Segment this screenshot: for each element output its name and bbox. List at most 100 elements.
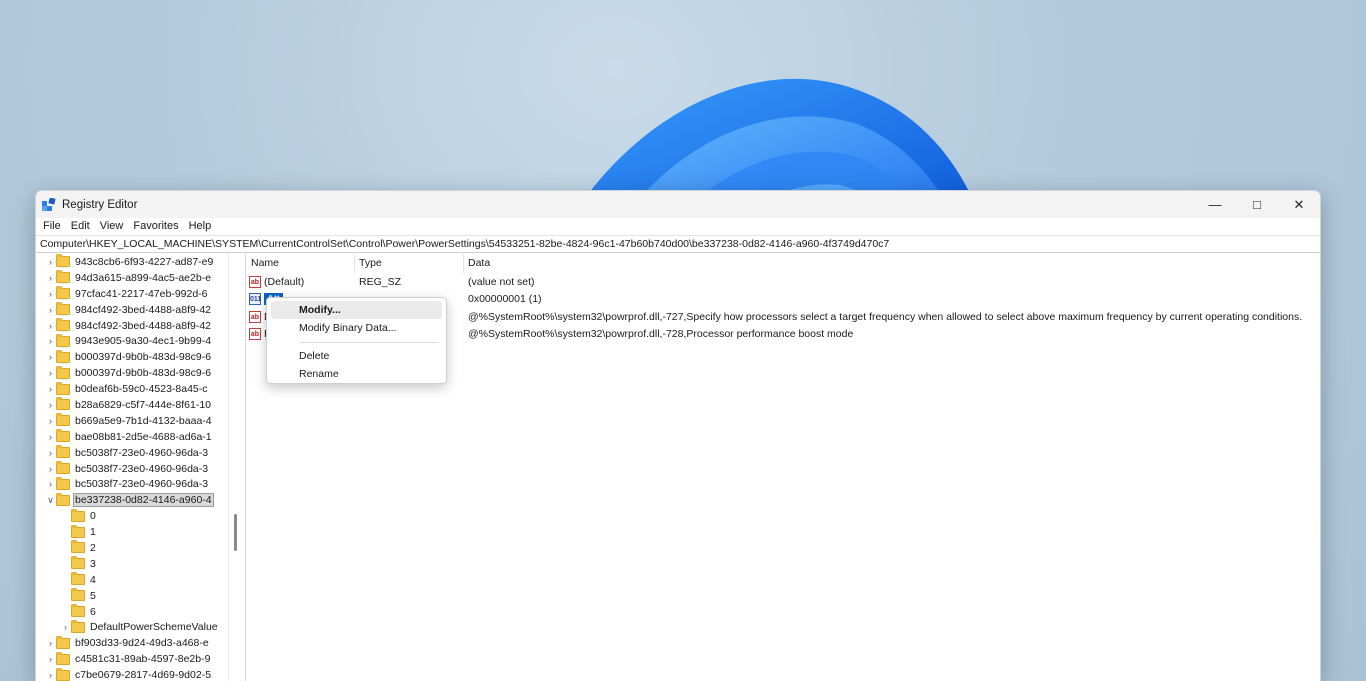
value-data: (value not set) <box>468 275 535 288</box>
tree-item[interactable]: › b0deaf6b-59c0-4523-8a45-c <box>36 381 228 397</box>
menu-view[interactable]: View <box>95 218 129 235</box>
tree-item[interactable]: › bc5038f7-23e0-4960-96da-3 <box>36 445 228 461</box>
minimize-button[interactable]: — <box>1194 191 1236 218</box>
folder-icon <box>71 572 85 586</box>
dword-value-icon: 011 <box>249 293 261 306</box>
tree-item[interactable]: › b000397d-9b0b-483d-98c9-6 <box>36 365 228 381</box>
value-data: 0x00000001 (1) <box>468 293 542 306</box>
tree-item-label: b000397d-9b0b-483d-98c9-6 <box>75 351 212 364</box>
tree-item[interactable]: ∨ be337238-0d82-4146-a960-4 <box>36 492 228 508</box>
tree-item[interactable]: 6 <box>36 604 228 620</box>
chevron-right-icon[interactable]: › <box>45 670 56 680</box>
chevron-right-icon[interactable]: › <box>45 654 56 664</box>
folder-icon <box>56 651 70 665</box>
column-header-data[interactable]: Data <box>464 254 490 273</box>
tree-item[interactable]: 2 <box>36 540 228 556</box>
close-button[interactable]: ✕ <box>1278 191 1320 218</box>
column-header-type[interactable]: Type <box>355 254 464 273</box>
address-bar[interactable]: Computer\HKEY_LOCAL_MACHINE\SYSTEM\Curre… <box>36 235 1320 253</box>
value-data: @%SystemRoot%\system32\powrprof.dll,-728… <box>468 328 854 341</box>
tree-item[interactable]: › b669a5e9-7b1d-4132-baaa-4 <box>36 413 228 429</box>
value-name-cell: ab (Default) <box>246 275 355 288</box>
chevron-right-icon[interactable]: › <box>45 638 56 648</box>
chevron-right-icon[interactable]: › <box>45 336 56 346</box>
chevron-right-icon[interactable]: › <box>45 321 56 331</box>
tree-item[interactable]: 5 <box>36 588 228 604</box>
chevron-right-icon[interactable]: › <box>45 448 56 458</box>
menu-item-delete[interactable]: Delete <box>271 347 442 365</box>
tree-item[interactable]: › b28a6829-c5f7-444e-8f61-10 <box>36 397 228 413</box>
menu-item-rename[interactable]: Rename <box>271 365 442 383</box>
tree-item[interactable]: › 984cf492-3bed-4488-a8f9-42 <box>36 318 228 334</box>
tree-scrollbar[interactable] <box>229 254 246 681</box>
column-header-name[interactable]: Name <box>246 254 355 273</box>
tree-item-label: b000397d-9b0b-483d-98c9-6 <box>75 367 212 380</box>
folder-icon <box>56 365 70 379</box>
tree-item[interactable]: › bc5038f7-23e0-4960-96da-3 <box>36 476 228 492</box>
tree-item[interactable]: › bae08b81-2d5e-4688-ad6a-1 <box>36 429 228 445</box>
tree-item[interactable]: › 984cf492-3bed-4488-a8f9-42 <box>36 302 228 318</box>
tree-item[interactable]: › b000397d-9b0b-483d-98c9-6 <box>36 349 228 365</box>
registry-editor-icon <box>42 197 56 211</box>
tree-item[interactable]: 1 <box>36 524 228 540</box>
chevron-right-icon[interactable]: › <box>45 432 56 442</box>
key-tree[interactable]: › 943c8cb6-6f93-4227-ad87-e9 › 94d3a615-a89… <box>36 254 229 681</box>
chevron-right-icon[interactable]: › <box>45 479 56 489</box>
menu-favorites[interactable]: Favorites <box>128 218 183 235</box>
title-bar[interactable]: Registry Editor — □ ✕ <box>36 191 1320 218</box>
tree-item-label: 6 <box>90 605 96 618</box>
menu-separator <box>299 342 438 343</box>
chevron-right-icon[interactable]: › <box>45 305 56 315</box>
menu-file[interactable]: File <box>38 218 66 235</box>
tree-item-label: 984cf492-3bed-4488-a8f9-42 <box>75 303 212 316</box>
tree-item-label: 3 <box>90 557 96 570</box>
tree-item-label: bc5038f7-23e0-4960-96da-3 <box>75 462 209 475</box>
maximize-button[interactable]: □ <box>1236 191 1278 218</box>
tree-item-label: b669a5e9-7b1d-4132-baaa-4 <box>75 414 212 427</box>
tree-item-label: 94d3a615-a899-4ac5-ae2b-e <box>75 271 212 284</box>
chevron-right-icon[interactable]: › <box>60 622 71 632</box>
folder-icon <box>71 556 85 570</box>
tree-item[interactable]: › c7be0679-2817-4d69-9d02-5 <box>36 667 228 681</box>
tree-item[interactable]: › bf903d33-9d24-49d3-a468-e <box>36 635 228 651</box>
chevron-right-icon[interactable]: › <box>45 464 56 474</box>
menu-item-modify[interactable]: Modify... <box>271 301 442 319</box>
menu-bar: File Edit View Favorites Help <box>36 218 1320 235</box>
value-data: @%SystemRoot%\system32\powrprof.dll,-727… <box>468 310 1303 323</box>
tree-item-label: bc5038f7-23e0-4960-96da-3 <box>75 478 209 491</box>
tree-item[interactable]: › 97cfac41-2217-47eb-992d-6 <box>36 286 228 302</box>
chevron-right-icon[interactable]: › <box>45 416 56 426</box>
chevron-right-icon[interactable]: › <box>45 273 56 283</box>
folder-icon <box>71 619 85 633</box>
chevron-right-icon[interactable]: › <box>45 384 56 394</box>
folder-icon <box>56 381 70 395</box>
tree-item[interactable]: › 9943e905-9a30-4ec1-9b99-4 <box>36 333 228 349</box>
tree-item[interactable]: › DefaultPowerSchemeValue <box>36 619 228 635</box>
scrollbar-thumb[interactable] <box>234 514 237 551</box>
value-name: (Default) <box>264 275 305 288</box>
tree-item[interactable]: › 94d3a615-a899-4ac5-ae2b-e <box>36 270 228 286</box>
menu-item-modify-binary-data[interactable]: Modify Binary Data... <box>271 319 442 337</box>
chevron-right-icon[interactable]: › <box>45 352 56 362</box>
tree-item[interactable]: 4 <box>36 572 228 588</box>
chevron-down-icon[interactable]: ∨ <box>45 495 56 506</box>
folder-icon <box>56 302 70 316</box>
menu-edit[interactable]: Edit <box>66 218 95 235</box>
registry-editor-window: Registry Editor — □ ✕ File Edit View Fav… <box>35 190 1321 681</box>
tree-item-label: be337238-0d82-4146-a960-4 <box>73 493 214 508</box>
folder-icon <box>56 286 70 300</box>
tree-item[interactable]: › c4581c31-89ab-4597-8e2b-9 <box>36 651 228 667</box>
menu-help[interactable]: Help <box>184 218 217 235</box>
chevron-right-icon[interactable]: › <box>45 400 56 410</box>
tree-item[interactable]: › 943c8cb6-6f93-4227-ad87-e9 <box>36 254 228 270</box>
tree-item[interactable]: 3 <box>36 556 228 572</box>
folder-icon <box>56 635 70 649</box>
chevron-right-icon[interactable]: › <box>45 257 56 267</box>
tree-item[interactable]: 0 <box>36 508 228 524</box>
tree-item[interactable]: › bc5038f7-23e0-4960-96da-3 <box>36 461 228 477</box>
chevron-right-icon[interactable]: › <box>45 368 56 378</box>
value-row[interactable]: ab (Default) REG_SZ (value not set) <box>246 273 1320 291</box>
tree-item-label: b0deaf6b-59c0-4523-8a45-c <box>75 383 208 396</box>
chevron-right-icon[interactable]: › <box>45 289 56 299</box>
minimize-icon: — <box>1208 197 1222 212</box>
